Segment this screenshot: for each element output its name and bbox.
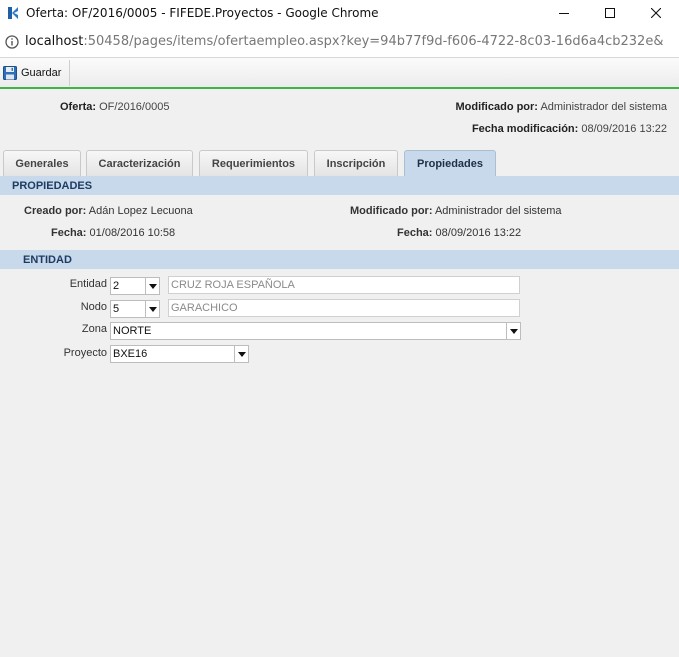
url-host: localhost: [25, 34, 84, 49]
proyecto-dropdown-button[interactable]: [234, 345, 249, 363]
fecha-modificacion-prop-label: Fecha:: [397, 227, 433, 239]
fecha-modificacion-prop-info: Fecha: 08/09/2016 13:22: [397, 227, 521, 239]
creado-por-info: Creado por: Adán Lopez Lecuona: [24, 205, 193, 217]
tab-inscripcion[interactable]: Inscripción: [314, 150, 398, 176]
close-button[interactable]: [633, 0, 679, 26]
tab-generales[interactable]: Generales: [3, 150, 81, 176]
modificado-por-label: Modificado por:: [350, 205, 433, 217]
fecha-creacion-label: Fecha:: [51, 227, 87, 239]
modificado-value: Administrador del sistema: [540, 101, 667, 113]
zona-dropdown-button[interactable]: [506, 322, 521, 340]
close-icon: [651, 8, 661, 18]
save-button-label: Guardar: [21, 66, 62, 79]
fecha-creacion-info: Fecha: 01/08/2016 10:58: [51, 227, 175, 239]
proyecto-label: Proyecto: [63, 347, 107, 359]
propiedades-section-header: PROPIEDADES: [0, 176, 679, 195]
info-icon[interactable]: [5, 34, 19, 49]
floppy-disk-icon: [3, 65, 17, 80]
tab-propiedades[interactable]: Propiedades: [404, 150, 496, 177]
maximize-icon: [605, 8, 615, 18]
chevron-down-icon: [237, 351, 246, 357]
chevron-down-icon: [509, 328, 518, 334]
url-path: :50458/pages/items/ofertaempleo.aspx?key…: [83, 34, 664, 49]
zona-select[interactable]: NORTE: [110, 322, 508, 340]
fifede-logo-icon: [6, 6, 20, 20]
window-title-bar: Oferta: OF/2016/0005 - FIFEDE.Proyectos …: [0, 0, 679, 26]
chevron-down-icon: [148, 306, 157, 312]
modificado-por-value: Administrador del sistema: [434, 205, 562, 217]
tab-requerimientos[interactable]: Requerimientos: [199, 150, 308, 176]
fecha-modificacion-prop-value: 08/09/2016 13:22: [435, 227, 522, 239]
proyecto-select[interactable]: BXE16: [110, 345, 236, 363]
fecha-modificacion-value: 08/09/2016 13:22: [581, 123, 667, 135]
nodo-name-field: GARACHICO: [168, 299, 520, 317]
modificado-info: Modificado por: Administrador del sistem…: [455, 101, 667, 113]
maximize-button[interactable]: [587, 0, 633, 26]
entidad-section-header: ENTIDAD: [0, 250, 679, 269]
fecha-creacion-value: 01/08/2016 10:58: [89, 227, 176, 239]
tab-caracterizacion[interactable]: Caracterización: [86, 150, 193, 176]
oferta-value: OF/2016/0005: [99, 101, 170, 113]
window-title: Oferta: OF/2016/0005 - FIFEDE.Proyectos …: [26, 6, 379, 20]
toolbar: Guardar: [0, 58, 679, 89]
oferta-info: Oferta: OF/2016/0005: [60, 101, 169, 113]
url-text[interactable]: localhost:50458/pages/items/ofertaempleo…: [25, 34, 663, 49]
fecha-modificacion-label: Fecha modificación:: [471, 123, 579, 135]
entidad-label: Entidad: [69, 278, 107, 290]
tab-strip: Generales Caracterización Requerimientos…: [0, 150, 679, 177]
modificado-por-info: Modificado por: Administrador del sistem…: [350, 205, 562, 217]
fecha-modificacion-info: Fecha modificación: 08/09/2016 13:22: [472, 123, 667, 135]
minimize-button[interactable]: [541, 0, 587, 26]
nodo-dropdown-button[interactable]: [145, 300, 160, 318]
address-bar[interactable]: localhost:50458/pages/items/ofertaempleo…: [0, 26, 679, 58]
nodo-code-select[interactable]: 5: [110, 300, 146, 318]
minimize-icon: [559, 13, 569, 14]
modificado-label: Modificado por:: [455, 101, 538, 113]
entidad-code-select[interactable]: 2: [110, 277, 146, 295]
zona-label: Zona: [81, 323, 107, 335]
chevron-down-icon: [148, 283, 157, 289]
save-button[interactable]: Guardar: [0, 59, 71, 86]
oferta-label: Oferta:: [60, 101, 97, 113]
creado-por-value: Adán Lopez Lecuona: [88, 205, 193, 217]
creado-por-label: Creado por:: [24, 205, 87, 217]
entidad-dropdown-button[interactable]: [145, 277, 160, 295]
nodo-label: Nodo: [80, 301, 107, 313]
entidad-name-field: CRUZ ROJA ESPAÑOLA: [168, 276, 520, 294]
